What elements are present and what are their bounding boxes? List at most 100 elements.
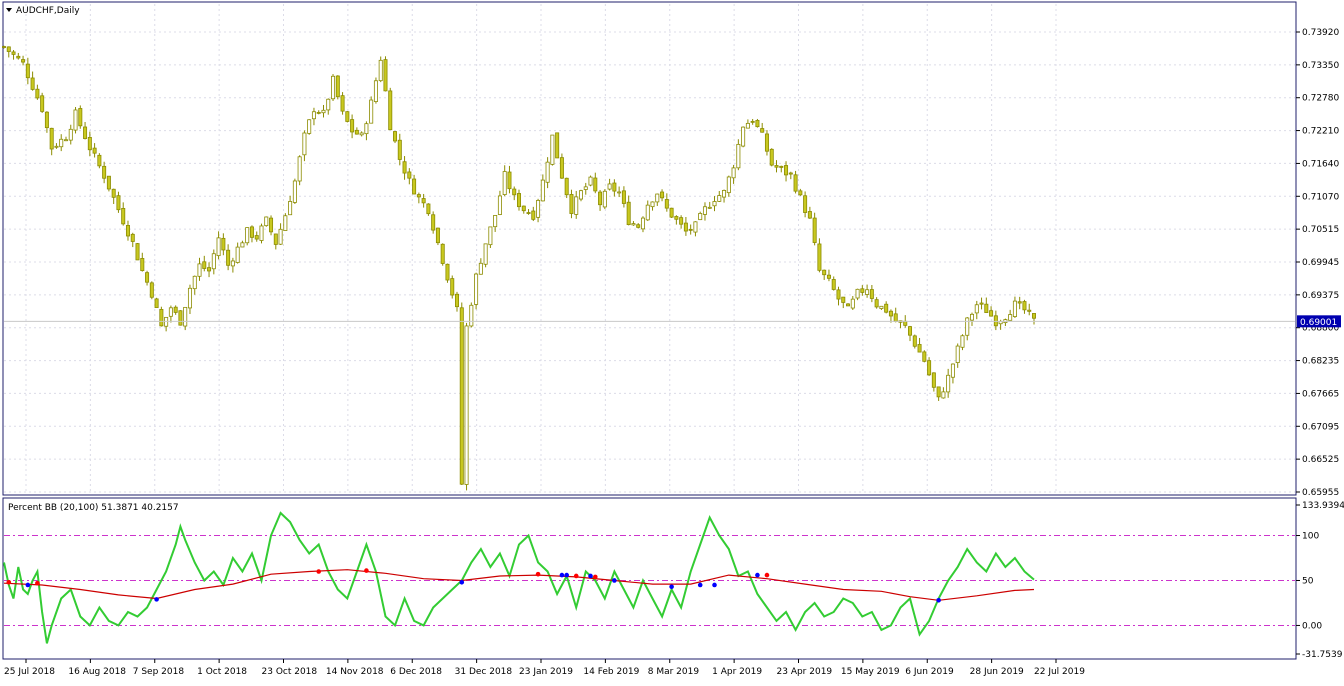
candle-body (30, 77, 35, 90)
candle-body (402, 161, 407, 174)
candle (865, 284, 870, 298)
candle (1027, 303, 1032, 316)
candle (941, 387, 946, 399)
candle-body (264, 216, 269, 227)
candle (741, 126, 746, 148)
candle (340, 92, 345, 115)
candle (617, 186, 622, 198)
candle-body (97, 154, 102, 167)
candle-body (125, 225, 130, 237)
candle-body (955, 345, 960, 363)
candle (102, 161, 107, 184)
candle-body (102, 165, 107, 179)
candle-body (660, 191, 665, 199)
candle-body (121, 207, 126, 225)
indicator-lines (3, 511, 1035, 644)
cross-marker-blue (459, 579, 465, 585)
candle-body (712, 201, 717, 207)
candle-body (435, 227, 440, 244)
candle (955, 343, 960, 368)
candle (164, 316, 169, 332)
candle (760, 122, 765, 133)
candle-body (826, 274, 831, 279)
candle-body (35, 88, 40, 99)
candle-body (440, 243, 445, 264)
price-tick-label: 0.67095 (1302, 422, 1339, 432)
candle (517, 189, 522, 211)
candle-body (698, 213, 703, 221)
candle-body (202, 261, 207, 269)
candle-body (431, 214, 436, 231)
candle-body (564, 177, 569, 196)
candle (445, 263, 450, 283)
candle-body (1032, 313, 1037, 319)
candle-body (106, 175, 111, 190)
candle (908, 325, 913, 342)
candle-body (607, 183, 612, 190)
candle-body (154, 298, 159, 308)
chart-window[interactable]: 0.73920 0.73350 0.72780 0.72210 0.71640 0.710… (0, 0, 1344, 682)
time-tick-label: 28 Jun 2019 (970, 667, 1024, 677)
candle-body (645, 204, 650, 221)
candle-body (455, 293, 460, 308)
candle-body (545, 161, 550, 183)
candle (269, 215, 274, 236)
candle-body (912, 335, 917, 347)
candle (435, 227, 440, 246)
candle (273, 233, 278, 250)
cross-marker-red (573, 573, 579, 579)
cross-marker-blue (936, 597, 941, 603)
candle (512, 186, 517, 201)
time-tick-label: 25 Jul 2018 (4, 667, 55, 677)
candle (502, 165, 507, 197)
candle-body (769, 148, 774, 166)
candle (745, 119, 750, 129)
candle (769, 148, 774, 167)
candle-body (226, 249, 231, 266)
candle (631, 221, 636, 226)
candle-body (354, 129, 359, 135)
candle (979, 297, 984, 310)
candle-body (412, 178, 417, 195)
time-tick-label: 14 Nov 2018 (326, 667, 384, 677)
candle (283, 213, 288, 231)
candle (259, 223, 264, 244)
candle (850, 295, 855, 311)
candle (149, 281, 154, 300)
candle (35, 84, 40, 100)
candle-body (917, 344, 922, 353)
candle (202, 255, 207, 272)
candle (97, 153, 102, 169)
candle (841, 296, 846, 309)
candle-body (245, 227, 250, 244)
candle (407, 168, 412, 185)
window-title-area[interactable]: AUDCHF,Daily (6, 6, 80, 16)
candle (960, 334, 965, 351)
candle-body (722, 190, 727, 198)
indicator-tick-label: -31.7539 (1302, 650, 1343, 660)
candle-body (63, 139, 68, 142)
candle (726, 175, 731, 197)
candle (412, 174, 417, 195)
candle (722, 189, 727, 203)
candle (78, 105, 83, 129)
candle-body (445, 263, 450, 281)
candle-body (25, 63, 30, 79)
candle-body (984, 303, 989, 313)
candle (483, 243, 488, 268)
candle-body (731, 167, 736, 179)
candle (688, 224, 693, 235)
candle (154, 297, 159, 308)
candle (564, 177, 569, 199)
time-tick-label: 14 Feb 2019 (583, 667, 639, 677)
candle (292, 178, 297, 204)
price-tick-label: 0.71070 (1302, 192, 1339, 202)
cross-marker-blue (588, 573, 593, 579)
candle-body (993, 315, 998, 327)
candle-body (421, 198, 426, 204)
candle-body (726, 176, 731, 194)
chart-canvas[interactable]: 0.73920 0.73350 0.72780 0.72210 0.71640 0.710… (0, 0, 1344, 682)
candle (912, 334, 917, 349)
triangle-down-icon[interactable] (6, 8, 12, 12)
candle-body (683, 222, 688, 232)
